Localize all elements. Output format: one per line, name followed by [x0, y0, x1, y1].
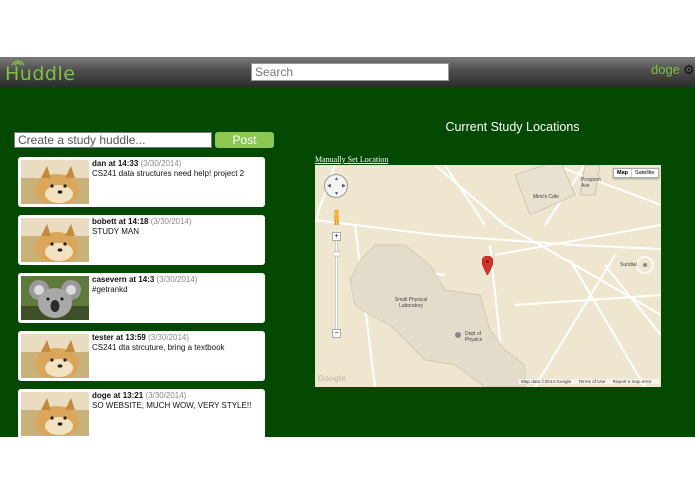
locations-title: Current Study Locations	[445, 120, 580, 134]
post-body: SO WEBSITE, MUCH WOW, VERY STYLE!!	[92, 401, 252, 410]
doge-avatar	[21, 160, 89, 204]
post-body: CS241 data structures need help! project…	[92, 169, 245, 178]
post-time: 14:18	[128, 217, 149, 226]
post-time: 13:21	[122, 391, 144, 400]
post-meta: tester at 13:59 (3/30/2014)	[92, 333, 261, 342]
doge-avatar	[21, 392, 89, 436]
post-text: dan at 14:33 (3/30/2014) CS241 data struc…	[92, 159, 261, 178]
post-text: casevern at 14:3 (3/30/2014) #getrankd	[92, 275, 261, 294]
location-marker-icon[interactable]	[482, 256, 493, 275]
post-date: (3/30/2014)	[148, 333, 190, 342]
post-author[interactable]: casevern	[92, 275, 127, 284]
pan-control[interactable]: ▲ ▼ ◀ ▶	[324, 174, 348, 198]
post-at: at	[118, 217, 126, 226]
create-huddle-input[interactable]	[14, 132, 212, 148]
terms-of-use-link[interactable]: Terms of Use	[578, 379, 605, 384]
username-link[interactable]: doge	[651, 62, 680, 77]
zoom-out-button[interactable]: −	[332, 329, 341, 338]
post-at: at	[108, 159, 116, 168]
map-label-cafe: Mimi's Cafe	[533, 194, 559, 200]
pan-down-icon[interactable]: ▼	[334, 191, 339, 197]
post-text: bobett at 14:18 (3/30/2014) STUDY MAN	[92, 217, 261, 236]
pan-right-icon[interactable]: ▶	[342, 183, 346, 189]
google-logo: Google	[318, 374, 346, 383]
post-meta: bobett at 14:18 (3/30/2014)	[92, 217, 261, 226]
map-label-street: Prospect Ave	[581, 177, 601, 189]
doge-avatar	[21, 334, 89, 378]
main-panel: Post dan at 14:33 (3/30/2014)CS241 data …	[0, 87, 695, 437]
post-text: doge at 13:21 (3/30/2014) SO WEBSITE, MUC…	[92, 391, 261, 410]
post-author[interactable]: dan	[92, 159, 106, 168]
post-card[interactable]: dan at 14:33 (3/30/2014) CS241 data struc…	[18, 157, 265, 207]
post-card[interactable]: tester at 13:59 (3/30/2014) CS241 dta str…	[18, 331, 265, 381]
pan-left-icon[interactable]: ◀	[327, 183, 331, 189]
gear-icon[interactable]: ⚙	[683, 63, 695, 76]
map-label-lab: Small Physical Laboratory	[394, 297, 428, 309]
post-date: (3/30/2014)	[156, 275, 198, 284]
post-date: (3/30/2014)	[140, 159, 182, 168]
report-map-error-link[interactable]: Report a map error	[613, 379, 652, 384]
study-locations-map[interactable]: Mimi's Cafe Prospect Ave Small Physical …	[315, 165, 661, 387]
post-meta: doge at 13:21 (3/30/2014)	[92, 391, 261, 400]
doge-avatar	[21, 218, 89, 262]
post-body: STUDY MAN	[92, 227, 139, 236]
manual-location-link[interactable]: Manually Set Location	[315, 155, 388, 164]
post-meta: casevern at 14:3 (3/30/2014)	[92, 275, 261, 284]
post-time: 13:59	[125, 333, 146, 342]
post-author[interactable]: doge	[92, 391, 111, 400]
post-card[interactable]: casevern at 14:3 (3/30/2014) #getrankd	[18, 273, 265, 323]
zoom-in-button[interactable]: +	[332, 232, 341, 241]
map-label-physics: Dept of Physics	[465, 331, 483, 343]
post-at: at	[116, 333, 124, 342]
post-meta: dan at 14:33 (3/30/2014)	[92, 159, 261, 168]
wifi-icon	[11, 60, 25, 66]
post-time: 14:33	[117, 159, 139, 168]
post-author[interactable]: bobett	[92, 217, 116, 226]
map-footer: Map data ©2014 Google Terms of Use Repor…	[519, 379, 660, 384]
post-author[interactable]: tester	[92, 333, 114, 342]
post-text: tester at 13:59 (3/30/2014) CS241 dta str…	[92, 333, 261, 352]
koala-avatar	[21, 276, 89, 320]
post-button[interactable]: Post	[215, 132, 274, 148]
post-time: 14:3	[138, 275, 155, 284]
post-card[interactable]: doge at 13:21 (3/30/2014) SO WEBSITE, MUC…	[18, 389, 265, 437]
satellite-view-button[interactable]: Satellite	[632, 169, 658, 177]
search-input[interactable]	[251, 63, 449, 81]
street-view-pegman-icon[interactable]	[332, 209, 341, 225]
map-label-sundial: Sundial	[620, 262, 637, 268]
app-logo-text: Huddle	[5, 63, 76, 85]
post-card[interactable]: bobett at 14:18 (3/30/2014) STUDY MAN	[18, 215, 265, 265]
zoom-slider[interactable]	[333, 232, 340, 336]
post-at: at	[113, 391, 121, 400]
post-body: CS241 dta strcuture, bring a textbook	[92, 343, 225, 352]
post-at: at	[128, 275, 137, 284]
pan-up-icon[interactable]: ▲	[334, 176, 339, 182]
map-data-credit: Map data ©2014 Google	[521, 379, 572, 384]
map-tiles	[315, 165, 661, 387]
app-logo[interactable]: Huddle	[5, 60, 76, 86]
post-date: (3/30/2014)	[145, 391, 187, 400]
map-view-button[interactable]: Map	[614, 169, 632, 177]
post-date: (3/30/2014)	[150, 217, 192, 226]
map-type-control: Map Satellite	[613, 168, 659, 178]
post-body: #getrankd	[92, 285, 128, 294]
